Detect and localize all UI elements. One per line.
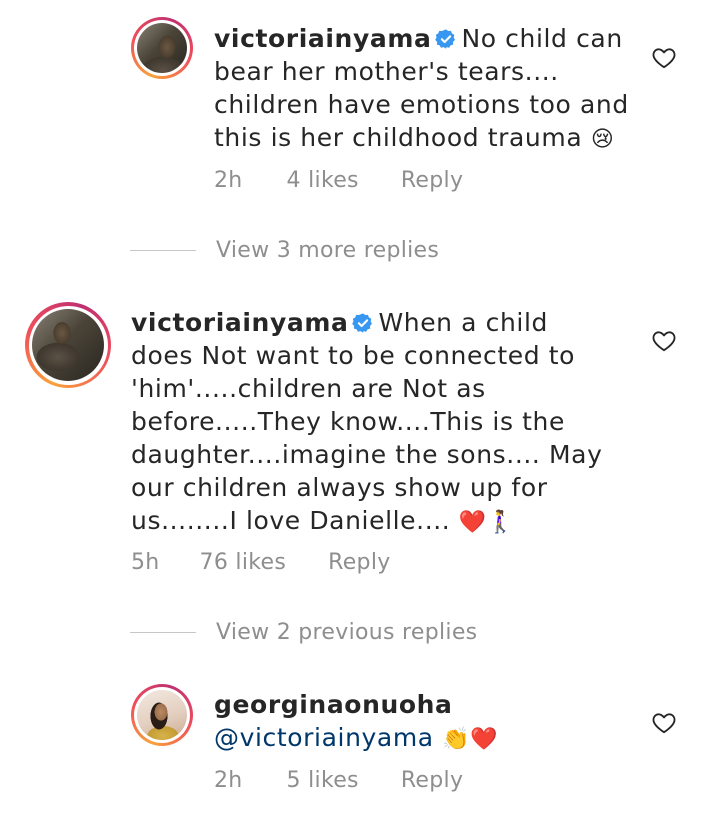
avatar (32, 309, 104, 381)
comment-time: 2h (214, 768, 243, 793)
view-more-replies-label: View 3 more replies (216, 237, 440, 263)
comment-time: 5h (131, 550, 160, 575)
comment-likes-count[interactable]: 76 likes (200, 550, 287, 575)
mention-link[interactable]: @victoriainyama (214, 723, 434, 752)
reply-button[interactable]: Reply (328, 550, 390, 575)
view-previous-replies-button[interactable]: View 2 previous replies (130, 619, 478, 645)
comment-username[interactable]: victoriainyama (131, 308, 348, 337)
comment-text-block: victoriainyama No child can bear her moth… (214, 22, 634, 156)
divider-line (130, 631, 196, 633)
comment-text: When a child does Not want to be connect… (131, 308, 603, 535)
comment-reply-1: victoriainyama No child can bear her moth… (0, 0, 720, 210)
comment-likes-count[interactable]: 5 likes (287, 768, 359, 793)
comment-likes-count[interactable]: 4 likes (287, 168, 359, 193)
avatar-story-ring[interactable] (25, 302, 111, 388)
divider-line (130, 249, 196, 251)
comment-text-block: georginaonuoha @victoriainyama 👏❤️ (214, 688, 634, 756)
verified-badge-icon (352, 313, 373, 333)
reply-button[interactable]: Reply (401, 168, 463, 193)
reply-button[interactable]: Reply (401, 768, 463, 793)
comment-meta: 2h 4 likes Reply (214, 168, 463, 193)
comment-text-block: victoriainyama When a child does Not want… (131, 306, 611, 539)
comment-reply-2: georginaonuoha @victoriainyama 👏❤️ 2h 5 l… (0, 672, 720, 819)
clap-and-heart-emoji: 👏❤️ (442, 727, 499, 752)
avatar (137, 690, 187, 740)
heart-and-walking-emoji: ❤️🚶‍♀️ (458, 510, 515, 535)
comment-top-level: victoriainyama When a child does Not want… (0, 290, 720, 590)
crying-face-emoji: 😢 (590, 127, 615, 152)
comment-meta: 2h 5 likes Reply (214, 768, 463, 793)
view-more-replies-button[interactable]: View 3 more replies (130, 237, 440, 263)
comment-time: 2h (214, 168, 243, 193)
heart-outline-icon[interactable] (651, 710, 677, 736)
avatar-story-ring[interactable] (131, 684, 193, 746)
comment-username[interactable]: georginaonuoha (214, 690, 453, 719)
comment-meta: 5h 76 likes Reply (131, 550, 391, 575)
heart-outline-icon[interactable] (651, 45, 677, 71)
verified-badge-icon (435, 29, 456, 49)
heart-outline-icon[interactable] (651, 328, 677, 354)
comment-username[interactable]: victoriainyama (214, 24, 431, 53)
avatar-story-ring[interactable] (131, 17, 193, 79)
avatar (137, 23, 187, 73)
view-previous-replies-label: View 2 previous replies (216, 619, 478, 645)
